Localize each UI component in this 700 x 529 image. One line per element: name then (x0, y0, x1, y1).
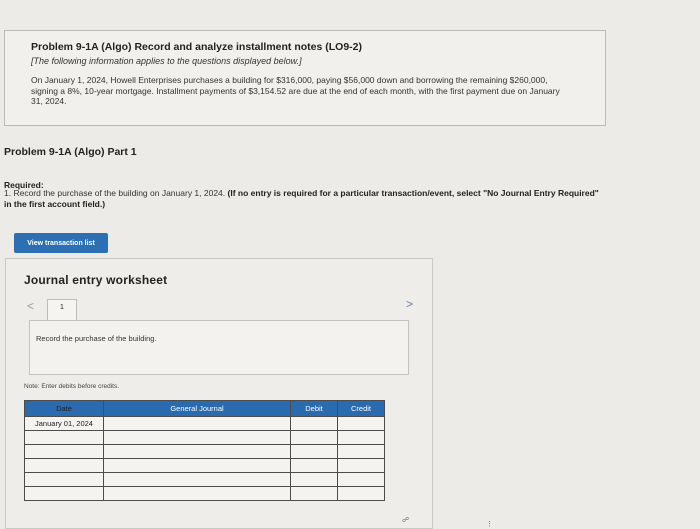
worksheet-title: Journal entry worksheet (24, 273, 168, 287)
date-cell[interactable] (24, 486, 104, 501)
debit-cell[interactable] (290, 444, 338, 459)
table-row (24, 486, 385, 501)
table-row (24, 472, 385, 487)
journal-table: Date General Journal Debit Credit Januar… (24, 400, 385, 501)
account-cell[interactable] (103, 416, 291, 431)
part-title: Problem 9-1A (Algo) Part 1 (4, 146, 137, 158)
debit-credit-note: Note: Enter debits before credits. (24, 383, 120, 390)
problem-info-box: Problem 9-1A (Algo) Record and analyze i… (4, 30, 606, 126)
table-row: January 01, 2024 (24, 416, 385, 431)
date-cell[interactable]: January 01, 2024 (24, 416, 104, 431)
menu-dots-icon[interactable]: ⋮ (486, 520, 493, 528)
column-header-general-journal: General Journal (103, 400, 291, 417)
date-cell[interactable] (24, 458, 104, 473)
credit-cell[interactable] (337, 444, 385, 459)
column-header-debit: Debit (290, 400, 338, 417)
chevron-right-icon[interactable]: > (406, 297, 413, 311)
account-cell[interactable] (103, 444, 291, 459)
date-cell[interactable] (24, 430, 104, 445)
required-instruction: 1. Record the purchase of the building o… (4, 188, 226, 198)
debit-cell[interactable] (290, 486, 338, 501)
required-text: 1. Record the purchase of the building o… (4, 188, 604, 209)
problem-note: [The following information applies to th… (31, 56, 302, 66)
chevron-left-icon[interactable]: < (27, 299, 34, 313)
credit-cell[interactable] (337, 416, 385, 431)
instruction-text: Record the purchase of the building. (36, 334, 157, 343)
debit-cell[interactable] (290, 430, 338, 445)
account-cell[interactable] (103, 458, 291, 473)
debit-cell[interactable] (290, 472, 338, 487)
view-transaction-list-button[interactable]: View transaction list (14, 233, 108, 253)
journal-entry-worksheet: Journal entry worksheet < 1 > Record the… (5, 258, 433, 529)
problem-title: Problem 9-1A (Algo) Record and analyze i… (31, 41, 363, 53)
date-cell[interactable] (24, 444, 104, 459)
problem-description: On January 1, 2024, Howell Enterprises p… (31, 75, 560, 106)
tab-entry-1[interactable]: 1 (47, 299, 77, 321)
credit-cell[interactable] (337, 472, 385, 487)
table-row (24, 458, 385, 473)
column-header-date: Date (24, 400, 104, 417)
instruction-box: Record the purchase of the building. (29, 320, 409, 375)
account-cell[interactable] (103, 430, 291, 445)
debit-cell[interactable] (290, 416, 338, 431)
link-icon[interactable]: ☍ (402, 516, 409, 524)
account-cell[interactable] (103, 486, 291, 501)
credit-cell[interactable] (337, 458, 385, 473)
date-cell[interactable] (24, 472, 104, 487)
account-cell[interactable] (103, 472, 291, 487)
column-header-credit: Credit (337, 400, 385, 417)
table-row (24, 444, 385, 459)
credit-cell[interactable] (337, 486, 385, 501)
table-row (24, 430, 385, 445)
debit-cell[interactable] (290, 458, 338, 473)
credit-cell[interactable] (337, 430, 385, 445)
